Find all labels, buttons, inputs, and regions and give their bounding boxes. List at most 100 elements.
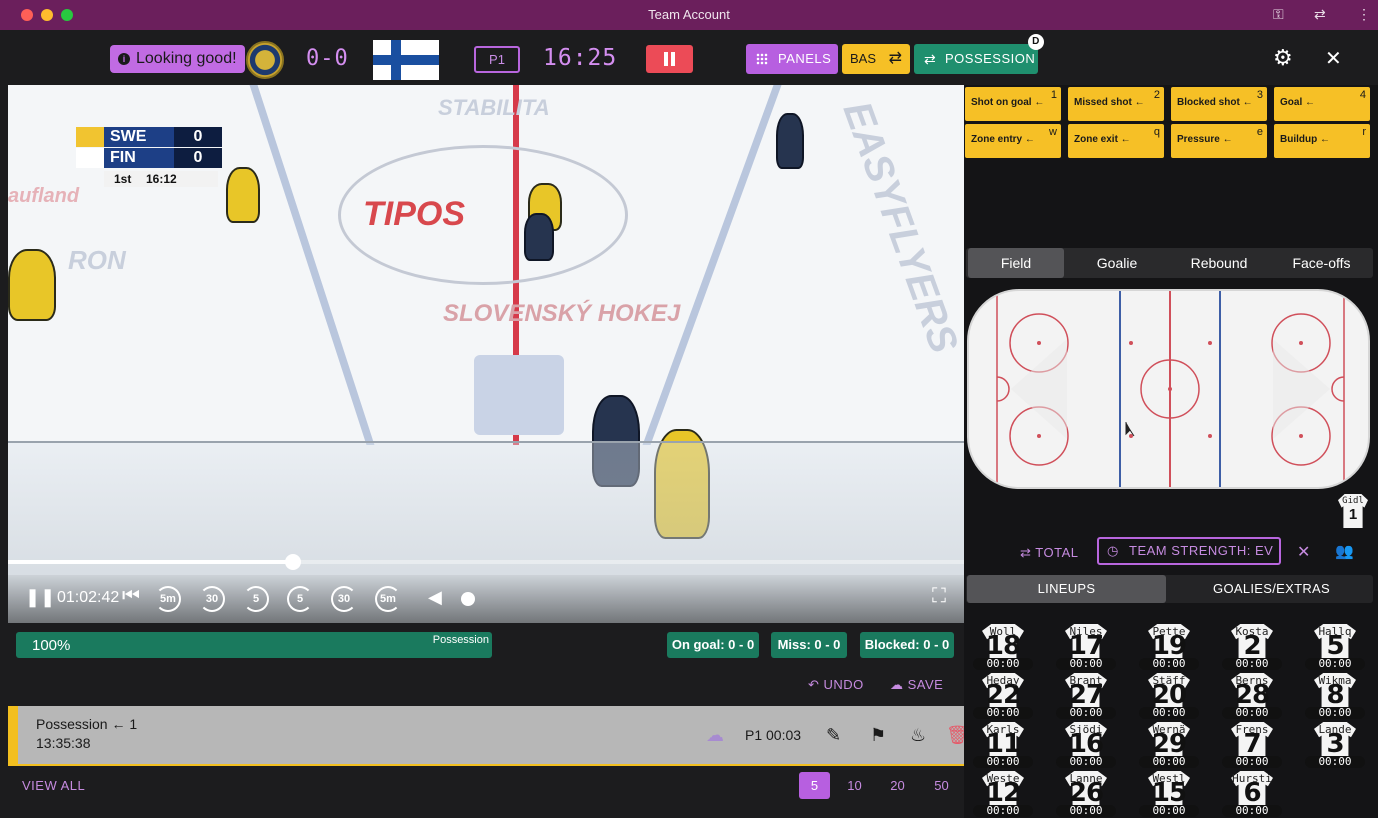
translate-icon[interactable]: ⇄ (1314, 6, 1326, 23)
missed-shot-button[interactable]: Missed shot ← 2 (1068, 87, 1164, 121)
event-row[interactable]: Possession ← 1 13:35:38 ☁ P1 00:03 ✎ ⚑ ♨… (8, 706, 969, 766)
player-jersey[interactable]: 15 Westl 00:00 (1139, 771, 1199, 817)
forward-30s-icon[interactable]: 30 (331, 586, 357, 612)
more-vertical-icon[interactable]: ⋮ (1357, 6, 1371, 23)
tab-face-offs[interactable]: Face-offs (1272, 248, 1371, 278)
rewind-30s-icon[interactable]: 30 (199, 586, 225, 612)
shot-on-goal-button[interactable]: Shot on goal ← 1 (965, 87, 1061, 121)
page-size-50[interactable]: 50 (926, 772, 957, 799)
zone-exit-button[interactable]: Zone exit ← q (1068, 124, 1164, 158)
seek-bar[interactable] (8, 554, 964, 570)
edit-icon[interactable]: ✎ (826, 725, 841, 746)
tab-goalie[interactable]: Goalie (1068, 248, 1166, 278)
zone-entry-button[interactable]: Zone entry ← w (965, 124, 1061, 158)
player-jersey[interactable]: 3 Lande 00:00 (1305, 722, 1365, 768)
player-jersey[interactable]: 26 Lanne 00:00 (1056, 771, 1116, 817)
undo-button[interactable]: ↶ UNDO (808, 677, 864, 693)
settings-gear-icon[interactable]: ⚙ (1273, 45, 1293, 71)
people-icon[interactable]: 👥 (1335, 542, 1354, 560)
player-jersey[interactable]: 16 Sjödi 00:00 (1056, 722, 1116, 768)
player-jersey[interactable]: 20 Stäff 00:00 (1139, 673, 1199, 719)
player-jersey[interactable]: 11 Karls 00:00 (973, 722, 1033, 768)
close-icon[interactable]: ✕ (1325, 46, 1342, 71)
event-button-key: 1 (1050, 89, 1057, 101)
player-jersey[interactable]: 17 Niles 00:00 (1056, 624, 1116, 670)
scoreboard-period-label: 1st (114, 172, 132, 186)
scoreboard-score: 0 (174, 127, 222, 147)
jersey-name: Sjödi (1069, 723, 1103, 736)
player-jersey[interactable]: 22 Heday 00:00 (973, 673, 1033, 719)
jersey-ice-time: 00:00 (1305, 756, 1365, 768)
tab-goalies-extras[interactable]: GOALIES/EXTRAS (1170, 575, 1373, 603)
buildup-button[interactable]: Buildup ← r (1274, 124, 1370, 158)
event-button-key: 3 (1256, 89, 1263, 101)
team-strength-button[interactable]: ◷ TEAM STRENGTH: EV (1097, 537, 1281, 565)
view-all-link[interactable]: VIEW ALL (22, 778, 85, 793)
clear-strength-icon[interactable]: ✕ (1297, 542, 1310, 562)
panels-button[interactable]: PANELS (746, 44, 838, 74)
player-jersey[interactable]: 2 Kosta 00:00 (1222, 624, 1282, 670)
skip-to-start-icon[interactable]: ⏮ (122, 585, 140, 608)
player-jersey[interactable]: 8 Wikma 00:00 (1305, 673, 1365, 719)
rewind-5m-icon[interactable]: 5m (155, 586, 181, 612)
period-selector[interactable]: P1 (474, 46, 520, 73)
player-jersey[interactable]: 29 Wernä 00:00 (1139, 722, 1199, 768)
jersey-name: Frens (1235, 723, 1269, 736)
tab-lineups[interactable]: LINEUPS (967, 575, 1166, 603)
player-jersey[interactable]: 18 Woll 00:00 (973, 624, 1033, 670)
goal-button[interactable]: Goal ← 4 (1274, 87, 1370, 121)
page-size-10[interactable]: 10 (839, 772, 870, 799)
rink-ad-kaufland: aufland (8, 185, 80, 207)
team-crest-logo (246, 41, 284, 79)
goalie-jersey[interactable]: Gidl 1 (1336, 494, 1370, 528)
bas-team-button[interactable]: BAS ⇄ (842, 44, 910, 74)
page-size-5[interactable]: 5 (799, 772, 830, 799)
seek-handle[interactable] (284, 554, 301, 570)
rewind-5s-icon[interactable]: 5 (243, 586, 269, 612)
jersey-ice-time: 00:00 (1056, 707, 1116, 719)
total-button[interactable]: ⇄ TOTAL (1020, 545, 1078, 561)
finland-flag-icon (373, 40, 439, 80)
pressure-button[interactable]: Pressure ← e (1171, 124, 1267, 158)
jersey-ice-time: 00:00 (1139, 658, 1199, 670)
possession-button[interactable]: ⇄ POSSESSION D (914, 34, 1044, 74)
jersey-name: Lande (1318, 723, 1352, 736)
event-button-label: Shot on goal ← (971, 97, 1045, 108)
team-strength-label: TEAM STRENGTH: EV (1129, 543, 1274, 558)
fire-icon[interactable]: ♨ (910, 725, 926, 746)
fullscreen-icon[interactable]: ⛶ (932, 585, 946, 608)
player-jersey[interactable]: 6 Hursti 00:00 (1222, 771, 1282, 817)
pause-icon[interactable]: ❚❚ (25, 587, 55, 608)
blocked-shot-button[interactable]: Blocked shot ← 3 (1171, 87, 1267, 121)
player-jersey[interactable]: 19 Pette 00:00 (1139, 624, 1199, 670)
player-jersey[interactable]: 7 Frens 00:00 (1222, 722, 1282, 768)
save-button[interactable]: ☁ SAVE (890, 677, 943, 693)
possession-percent: 100% (32, 637, 71, 654)
clock-icon: ◷ (1107, 543, 1119, 558)
forward-5s-icon[interactable]: 5 (287, 586, 313, 612)
rink-ad-easyflyers: EASYFLYERS (834, 95, 964, 359)
key-icon[interactable]: ⚿ (1273, 6, 1284, 23)
flag-icon[interactable]: ⚑ (870, 725, 886, 746)
tab-field[interactable]: Field (968, 248, 1064, 278)
event-button-label: Pressure ← (1177, 134, 1233, 145)
player-jersey[interactable]: 28 Berns 00:00 (1222, 673, 1282, 719)
player-jersey[interactable]: 27 Brant 00:00 (1056, 673, 1116, 719)
tv-scoreboard: SWE 0 FIN 0 1st 16:12 (76, 127, 222, 189)
cloud-upload-icon: ☁ (890, 677, 908, 692)
rink-diagram[interactable] (967, 289, 1370, 489)
clock-pause-button[interactable] (646, 45, 693, 73)
jersey-ice-time: 00:00 (1222, 805, 1282, 817)
scoreboard-score: 0 (174, 148, 222, 168)
event-button-label: Blocked shot ← (1177, 97, 1253, 108)
player-jersey[interactable]: 12 Weste 00:00 (973, 771, 1033, 817)
jersey-ice-time: 00:00 (1222, 707, 1282, 719)
tab-rebound[interactable]: Rebound (1170, 248, 1268, 278)
video-player[interactable]: TIPOS STABILITA SLOVENSKÝ HOKEJ EASYFLYE… (8, 85, 964, 623)
page-size-20[interactable]: 20 (882, 772, 913, 799)
player-jersey[interactable]: 5 Hallq 00:00 (1305, 624, 1365, 670)
event-button-label: Buildup ← (1280, 134, 1330, 145)
volume-icon[interactable]: ◀ (428, 587, 442, 608)
forward-5m-icon[interactable]: 5m (375, 586, 401, 612)
volume-slider-handle[interactable] (461, 592, 475, 606)
